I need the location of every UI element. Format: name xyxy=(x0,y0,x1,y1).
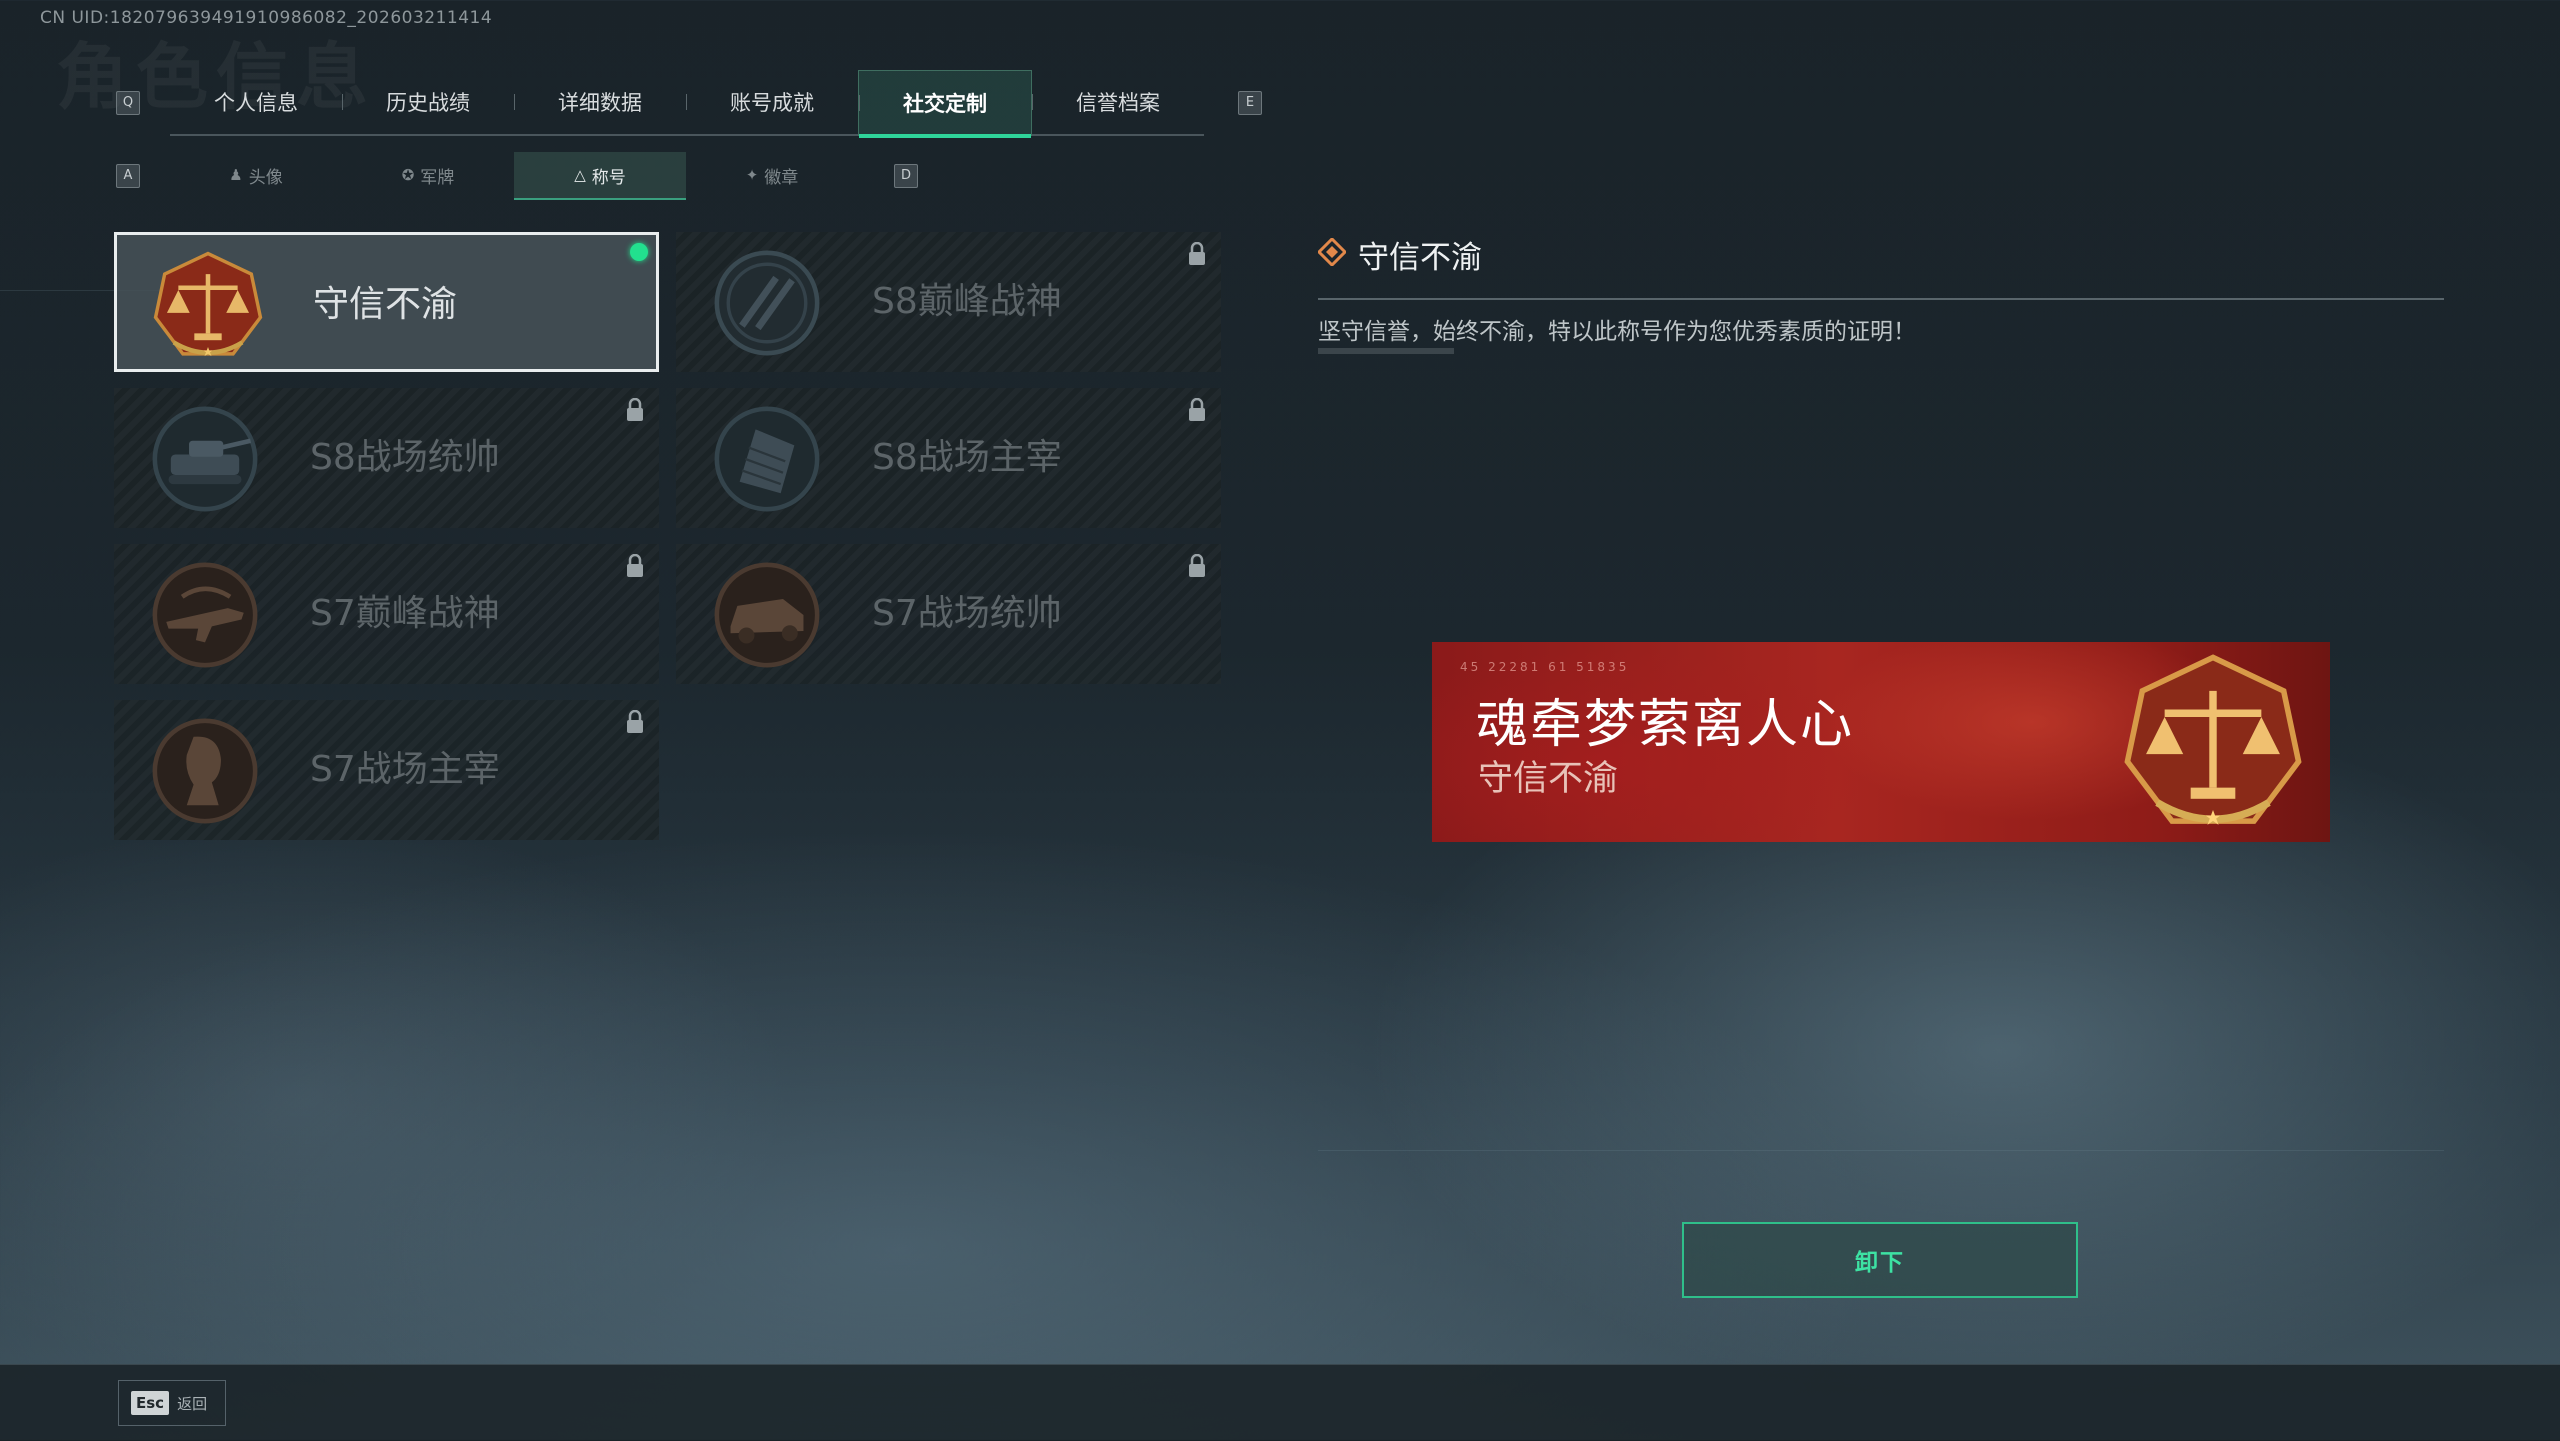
detail-description: 坚守信誉，始终不渝，特以此称号作为您优秀素质的证明！ xyxy=(1318,319,1916,345)
stripes-emblem-icon xyxy=(714,250,820,356)
unequip-button[interactable]: 卸下 xyxy=(1682,1222,2078,1298)
key-hint-a[interactable]: A xyxy=(116,164,140,188)
title-card[interactable]: S8战场主宰 xyxy=(676,388,1221,528)
title-name: S7战场主宰 xyxy=(310,749,500,790)
title-name: S7巅峰战神 xyxy=(310,593,500,634)
lock-icon xyxy=(1189,554,1205,577)
banner-code: 45 22281 61 51835 xyxy=(1460,660,1630,674)
building-emblem-icon xyxy=(714,406,820,512)
tab-personal-info[interactable]: 个人信息 xyxy=(170,70,342,134)
lock-icon xyxy=(627,710,643,733)
title-card[interactable]: 守信不渝 xyxy=(114,232,659,372)
title-card[interactable]: S7战场统帅 xyxy=(676,544,1221,684)
back-label: 返回 xyxy=(177,1394,208,1413)
title-card[interactable]: S8巅峰战神 xyxy=(676,232,1221,372)
title-card[interactable]: S8战场统帅 xyxy=(114,388,659,528)
sub-tab-bar: ♟ 头像 ✪ 军牌 △ 称号 ✦ 徽章 xyxy=(170,152,858,200)
subtab-label: 头像 xyxy=(248,167,283,188)
key-hint-q[interactable]: Q xyxy=(116,91,140,115)
detail-title: 守信不渝 xyxy=(1358,240,1482,276)
detail-decor-bar xyxy=(1318,348,1454,354)
title-card[interactable]: S7巅峰战神 xyxy=(114,544,659,684)
subtab-label: 军牌 xyxy=(420,167,455,188)
tank-emblem-icon xyxy=(152,406,258,512)
back-button[interactable]: Esc 返回 xyxy=(118,1380,226,1426)
uid-label: CN UID:182079639491910986082_20260321141… xyxy=(40,8,493,28)
detail-divider xyxy=(1318,298,2444,300)
title-name: S8战场统帅 xyxy=(310,437,500,478)
badge-icon: ✦ xyxy=(745,166,759,184)
title-name: S8巅峰战神 xyxy=(872,281,1062,322)
vehicle-emblem-icon xyxy=(714,562,820,668)
subtab-dogtag[interactable]: ✪ 军牌 xyxy=(342,152,514,198)
tab-achievements[interactable]: 账号成就 xyxy=(686,70,858,134)
nameplate-preview: 45 22281 61 51835 魂牵梦萦离人心 守信不渝 xyxy=(1432,642,2330,842)
title-icon: △ xyxy=(574,166,586,184)
subtab-badge[interactable]: ✦ 徽章 xyxy=(686,152,858,198)
title-name: S8战场主宰 xyxy=(872,437,1062,478)
person-icon: ♟ xyxy=(229,166,243,184)
tab-history[interactable]: 历史战绩 xyxy=(342,70,514,134)
dogtag-icon: ✪ xyxy=(401,166,415,184)
tab-credit-record[interactable]: 信誉档案 xyxy=(1032,70,1204,134)
scales-emblem-icon xyxy=(2124,654,2302,825)
banner-player-name: 魂牵梦萦离人心 xyxy=(1476,695,1855,755)
tab-details[interactable]: 详细数据 xyxy=(514,70,686,134)
lock-icon xyxy=(1189,398,1205,421)
title-diamond-icon xyxy=(1318,238,1346,266)
subtab-label: 称号 xyxy=(591,167,626,188)
soldier-emblem-icon xyxy=(152,718,258,824)
esc-key: Esc xyxy=(131,1391,170,1415)
lock-icon xyxy=(1189,242,1205,265)
title-name: 守信不渝 xyxy=(313,284,458,325)
banner-title: 守信不渝 xyxy=(1478,759,1619,799)
lock-icon xyxy=(627,554,643,577)
lock-icon xyxy=(627,398,643,421)
hud-divider xyxy=(1318,1150,2444,1151)
subtab-label: 徽章 xyxy=(764,167,799,188)
scales-emblem-icon xyxy=(153,251,263,357)
tab-social-custom[interactable]: 社交定制 xyxy=(858,70,1032,138)
subtab-avatar[interactable]: ♟ 头像 xyxy=(170,152,342,198)
key-hint-e[interactable]: E xyxy=(1238,91,1262,115)
bottom-bar xyxy=(0,1364,2560,1441)
title-card[interactable]: S7战场主宰 xyxy=(114,700,659,840)
main-tab-bar: 个人信息 历史战绩 详细数据 账号成就 社交定制 信誉档案 xyxy=(170,70,1204,138)
equipped-indicator xyxy=(630,243,648,261)
subtab-title[interactable]: △ 称号 xyxy=(514,152,686,200)
key-hint-d[interactable]: D xyxy=(894,164,918,188)
rifle-emblem-icon xyxy=(152,562,258,668)
title-name: S7战场统帅 xyxy=(872,593,1062,634)
